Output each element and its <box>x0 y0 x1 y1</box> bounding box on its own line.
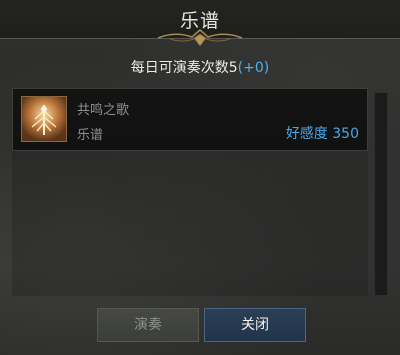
title-ornament-icon <box>157 29 243 47</box>
favor-value: 好感度 350 <box>286 123 359 143</box>
close-button[interactable]: 关闭 <box>204 308 306 342</box>
daily-play-label: 每日可演奏次数5 <box>130 60 238 76</box>
scrollbar[interactable] <box>374 92 388 296</box>
daily-play-bonus: (+0) <box>237 60 270 76</box>
song-of-resonance-icon <box>21 96 67 142</box>
score-item[interactable]: 共鸣之歌 乐谱 好感度 350 <box>12 88 368 151</box>
favor-label: 好感度 <box>285 126 328 142</box>
daily-play-count: 每日可演奏次数5(+0) <box>0 57 400 77</box>
score-name: 共鸣之歌 <box>77 103 130 118</box>
play-button[interactable]: 演奏 <box>97 308 199 342</box>
sheet-music-window: 乐谱 每日可演奏次数5(+0) 共鸣之歌 乐谱 好感度 350 演奏 关闭 <box>0 0 400 355</box>
score-type: 乐谱 <box>77 128 104 143</box>
favor-number: 350 <box>332 126 359 142</box>
